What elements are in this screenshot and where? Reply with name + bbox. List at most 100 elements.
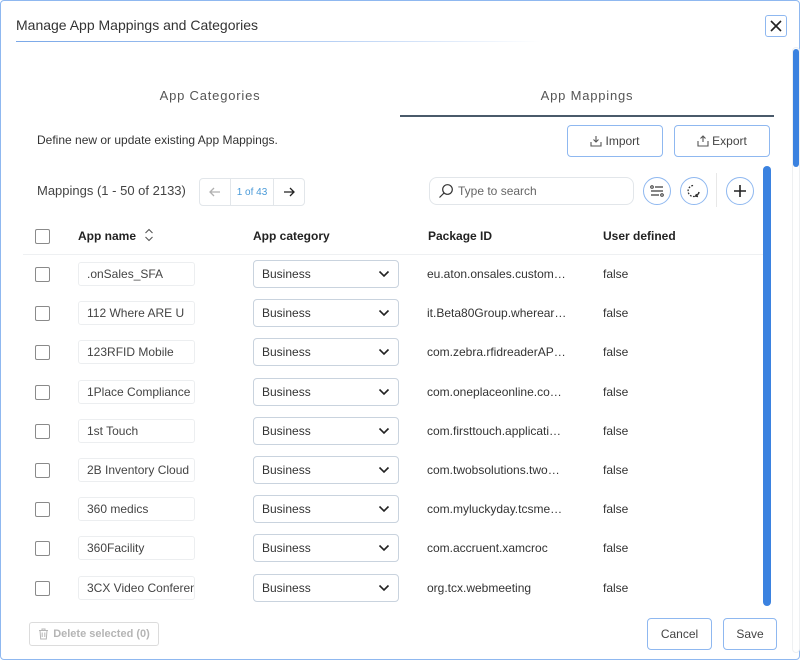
- close-icon: [770, 20, 782, 32]
- table-row: 360 medics Business com.myluckyday.tcsme… f…: [23, 495, 763, 534]
- app-name-input[interactable]: 3CX Video Conferen: [78, 575, 195, 600]
- dialog-scrollbar-thumb[interactable]: [793, 49, 799, 167]
- column-app-name[interactable]: App name: [78, 229, 136, 243]
- add-mapping-button[interactable]: [726, 177, 754, 205]
- export-button[interactable]: Export: [674, 125, 770, 157]
- import-icon: [590, 136, 603, 147]
- row-checkbox[interactable]: [35, 345, 50, 361]
- user-defined-value: false: [603, 463, 629, 477]
- manage-app-mappings-dialog: Manage App Mappings and Categories App C…: [0, 0, 800, 660]
- row-checkbox[interactable]: [35, 502, 50, 518]
- app-name-input[interactable]: 123RFID Mobile: [78, 340, 195, 365]
- app-name-input[interactable]: .onSales_SFA: [78, 262, 195, 286]
- app-category-select[interactable]: Business: [253, 495, 399, 524]
- row-checkbox[interactable]: [35, 463, 50, 478]
- app-category-value: Business: [262, 580, 311, 595]
- table-row: 1Place Compliance Business com.oneplaceonl…: [23, 377, 763, 417]
- app-category-select[interactable]: Business: [253, 573, 399, 602]
- app-name-input[interactable]: 1Place Compliance: [78, 379, 195, 404]
- package-id: com.twobsolutions.two…: [427, 463, 560, 477]
- app-category-value: Business: [262, 502, 311, 517]
- user-defined-value: false: [603, 423, 629, 438]
- table-scrollbar[interactable]: [763, 166, 771, 606]
- refresh-button[interactable]: [680, 177, 708, 205]
- app-category-select[interactable]: Business: [253, 534, 399, 563]
- user-defined-value: false: [603, 345, 629, 360]
- app-name-input[interactable]: 360 medics: [78, 497, 195, 522]
- user-defined-value: false: [603, 384, 629, 399]
- delete-selected-label: Delete selected (0): [53, 628, 150, 640]
- user-defined-value: false: [603, 502, 629, 517]
- user-defined-value: false: [603, 541, 629, 556]
- chevron-down-icon: [378, 506, 390, 513]
- search-box: [429, 177, 634, 205]
- column-app-category: App category: [253, 229, 330, 243]
- app-category-value: Business: [262, 384, 311, 399]
- tab-app-categories[interactable]: App Categories: [23, 81, 397, 117]
- app-category-value: Business: [262, 541, 311, 556]
- package-id: com.accruent.xamcroc: [427, 541, 548, 556]
- app-category-select[interactable]: Business: [253, 299, 399, 328]
- app-category-select[interactable]: Business: [253, 338, 399, 367]
- filter-button[interactable]: [643, 177, 671, 205]
- chevron-down-icon: [378, 545, 390, 552]
- close-button[interactable]: [765, 15, 787, 37]
- filter-icon: [650, 185, 664, 197]
- row-checkbox[interactable]: [35, 580, 50, 596]
- chevron-down-icon: [378, 349, 390, 356]
- mappings-count: Mappings (1 - 50 of 2133): [37, 183, 186, 198]
- delete-selected-button[interactable]: Delete selected (0): [29, 622, 159, 646]
- row-checkbox[interactable]: [35, 306, 50, 322]
- app-category-select[interactable]: Business: [253, 416, 399, 445]
- cancel-button[interactable]: Cancel: [647, 618, 712, 650]
- sort-icon[interactable]: [144, 228, 154, 242]
- tab-app-mappings[interactable]: App Mappings: [400, 81, 774, 117]
- refresh-icon: [687, 184, 700, 198]
- app-category-value: Business: [262, 463, 311, 477]
- app-name-input[interactable]: 360Facility: [78, 536, 195, 561]
- arrow-right-icon: [284, 187, 295, 197]
- app-category-select[interactable]: Business: [253, 456, 399, 484]
- app-category-select[interactable]: Business: [253, 377, 399, 406]
- row-checkbox[interactable]: [35, 541, 50, 557]
- package-id: eu.aton.onsales.custom…: [427, 267, 566, 281]
- row-checkbox[interactable]: [35, 384, 50, 400]
- table-row: 123RFID Mobile Business com.zebra.rfidread…: [23, 338, 763, 377]
- table-row: 1st Touch Business com.firsttouch.applicat…: [23, 416, 763, 456]
- package-id: com.firsttouch.applicati…: [427, 423, 562, 438]
- export-icon: [697, 135, 709, 147]
- tab-bar: App Categories App Mappings: [23, 81, 774, 117]
- app-category-value: Business: [262, 306, 311, 321]
- app-category-value: Business: [262, 345, 311, 360]
- table-row: 360Facility Business com.accruent.xamcroc f…: [23, 534, 763, 573]
- table-header: App name App category Package ID User de…: [23, 219, 763, 255]
- column-package-id: Package ID: [428, 229, 493, 243]
- page-indicator: 1 of 43: [230, 179, 274, 205]
- next-page-button[interactable]: [274, 179, 304, 205]
- app-name-input[interactable]: 2B Inventory Cloud: [78, 458, 195, 482]
- toolbar-divider: [716, 173, 717, 207]
- chevron-down-icon: [378, 270, 390, 278]
- chevron-down-icon: [378, 310, 390, 317]
- app-category-value: Business: [262, 423, 311, 438]
- description-text: Define new or update existing App Mappin…: [37, 133, 278, 147]
- arrow-left-icon: [209, 187, 220, 197]
- save-button[interactable]: Save: [723, 618, 777, 650]
- package-id: it.Beta80Group.wherear…: [427, 306, 567, 321]
- app-category-value: Business: [262, 267, 311, 281]
- row-checkbox[interactable]: [35, 267, 50, 282]
- user-defined-value: false: [603, 267, 629, 281]
- search-input[interactable]: [458, 184, 628, 198]
- package-id: com.oneplaceonline.co…: [427, 384, 562, 399]
- prev-page-button[interactable]: [200, 179, 230, 205]
- select-all-checkbox[interactable]: [35, 229, 50, 244]
- app-name-input[interactable]: 1st Touch: [78, 418, 195, 443]
- pagination: 1 of 43: [199, 178, 305, 206]
- app-category-select[interactable]: Business: [253, 260, 399, 288]
- add-icon: [734, 185, 746, 197]
- package-id: com.myluckyday.tcsme…: [427, 502, 563, 517]
- table-row: .onSales_SFA Business eu.aton.onsales.cust…: [23, 260, 763, 299]
- import-button[interactable]: Import: [567, 125, 663, 157]
- app-name-input[interactable]: 112 Where ARE U: [78, 301, 195, 326]
- row-checkbox[interactable]: [35, 423, 50, 439]
